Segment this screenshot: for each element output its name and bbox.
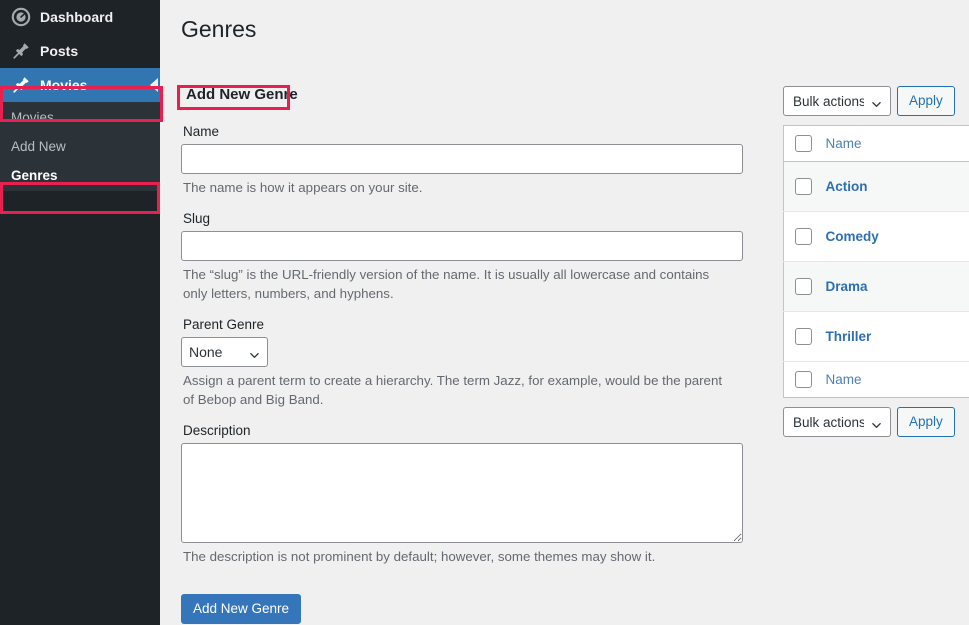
bulk-actions-select-top[interactable]: Bulk actions [783,86,891,116]
row-name-cell: Comedy [825,211,969,262]
add-new-genre-heading: Add New Genre [186,86,298,103]
bulk-actions-select-wrap-bottom: Bulk actions [783,407,891,437]
description-textarea[interactable] [181,443,743,543]
table-row: Thriller [783,311,969,362]
column-footer-name-link[interactable]: Name [826,372,862,387]
bulk-actions-select-wrap-top: Bulk actions [783,86,891,116]
slug-input[interactable] [181,231,743,261]
chevron-left-icon [150,78,158,92]
tablenav-bottom: Bulk actions Apply [783,407,969,437]
description-help-text: The description is not prominent by defa… [183,549,656,564]
row-name-cell: Thriller [825,311,969,362]
slug-label: Slug [183,211,211,226]
column-header-name: Name [825,125,969,162]
parent-genre-field-group: Parent Genre None Assign a parent term t… [181,317,743,409]
row-checkbox[interactable] [795,228,812,245]
sidebar-item-movies[interactable]: Movies [0,68,160,102]
parent-genre-label: Parent Genre [183,317,265,332]
sidebar-item-label: Dashboard [40,9,114,25]
sidebar-submenu-movies: Movies Add New Genres [0,102,160,191]
bulk-actions-select-bottom[interactable]: Bulk actions [783,407,891,437]
select-all-checkbox[interactable] [795,135,812,152]
main-content: Genres Add New Genre Name The name is ho… [160,0,969,625]
genre-link[interactable]: Drama [826,279,868,294]
genres-table-wrap: Name Action Comedy Drama Thriller Name [783,125,969,398]
genres-table-head: Name [783,125,969,162]
select-all-checkbox-footer[interactable] [795,371,812,388]
row-checkbox-cell [783,311,826,362]
genres-table: Name Action Comedy Drama Thriller Name [783,125,969,398]
genres-list-panel: Bulk actions Apply Name Action Comedy Dr… [783,86,969,437]
sidebar-subitem-genres[interactable]: Genres [0,161,160,190]
wordpress-admin-screen: Dashboard Posts Movies Movies Add New Ge… [0,0,969,625]
sidebar-item-dashboard[interactable]: Dashboard [0,0,160,34]
pin-icon [11,41,31,61]
description-label: Description [183,423,251,438]
row-name-cell: Action [825,161,969,212]
table-row: Action [783,161,969,212]
slug-help-text: The “slug” is the URL-friendly version o… [183,267,710,301]
add-term-form: Add New Genre Name The name is how it ap… [181,84,743,624]
row-checkbox[interactable] [795,178,812,195]
pin-icon [11,75,31,95]
dashboard-icon [11,7,31,27]
parent-genre-select-wrap: None [181,337,268,367]
row-checkbox-cell [783,261,826,312]
genres-table-foot: Name [783,361,969,398]
select-all-cell-footer [783,361,826,398]
page-title: Genres [181,16,257,42]
table-row: Comedy [783,211,969,262]
name-input[interactable] [181,144,743,174]
sidebar-subitem-add-new[interactable]: Add New [0,132,160,161]
table-header-row: Name [783,125,969,162]
apply-button-top[interactable]: Apply [897,86,955,116]
sidebar-item-label: Movies [40,77,88,93]
tablenav-top: Bulk actions Apply [783,86,969,116]
sidebar-item-label: Posts [40,43,79,59]
select-all-cell [783,125,826,162]
genres-table-body: Action Comedy Drama Thriller [783,161,969,362]
admin-sidebar: Dashboard Posts Movies Movies Add New Ge… [0,0,160,625]
slug-field-group: Slug The “slug” is the URL-friendly vers… [181,211,743,303]
row-checkbox[interactable] [795,328,812,345]
row-name-cell: Drama [825,261,969,312]
sidebar-subitem-movies[interactable]: Movies [0,103,160,132]
sidebar-menu: Dashboard Posts Movies Movies Add New Ge… [0,0,160,191]
name-help-text: The name is how it appears on your site. [183,180,423,195]
parent-genre-help-text: Assign a parent term to create a hierarc… [183,373,723,407]
name-field-group: Name The name is how it appears on your … [181,124,743,197]
add-new-genre-submit-button[interactable]: Add New Genre [181,594,302,624]
parent-genre-select[interactable]: None [181,337,268,367]
apply-button-bottom[interactable]: Apply [897,407,955,437]
genre-link[interactable]: Action [826,179,868,194]
column-footer-name: Name [825,361,969,398]
column-header-name-link[interactable]: Name [826,136,862,151]
name-label: Name [183,124,220,139]
row-checkbox-cell [783,211,826,262]
row-checkbox[interactable] [795,278,812,295]
table-footer-row: Name [783,361,969,398]
description-field-group: Description The description is not promi… [181,423,743,566]
genre-link[interactable]: Thriller [826,329,872,344]
genre-link[interactable]: Comedy [826,229,879,244]
row-checkbox-cell [783,161,826,212]
sidebar-item-posts[interactable]: Posts [0,34,160,68]
table-row: Drama [783,261,969,312]
